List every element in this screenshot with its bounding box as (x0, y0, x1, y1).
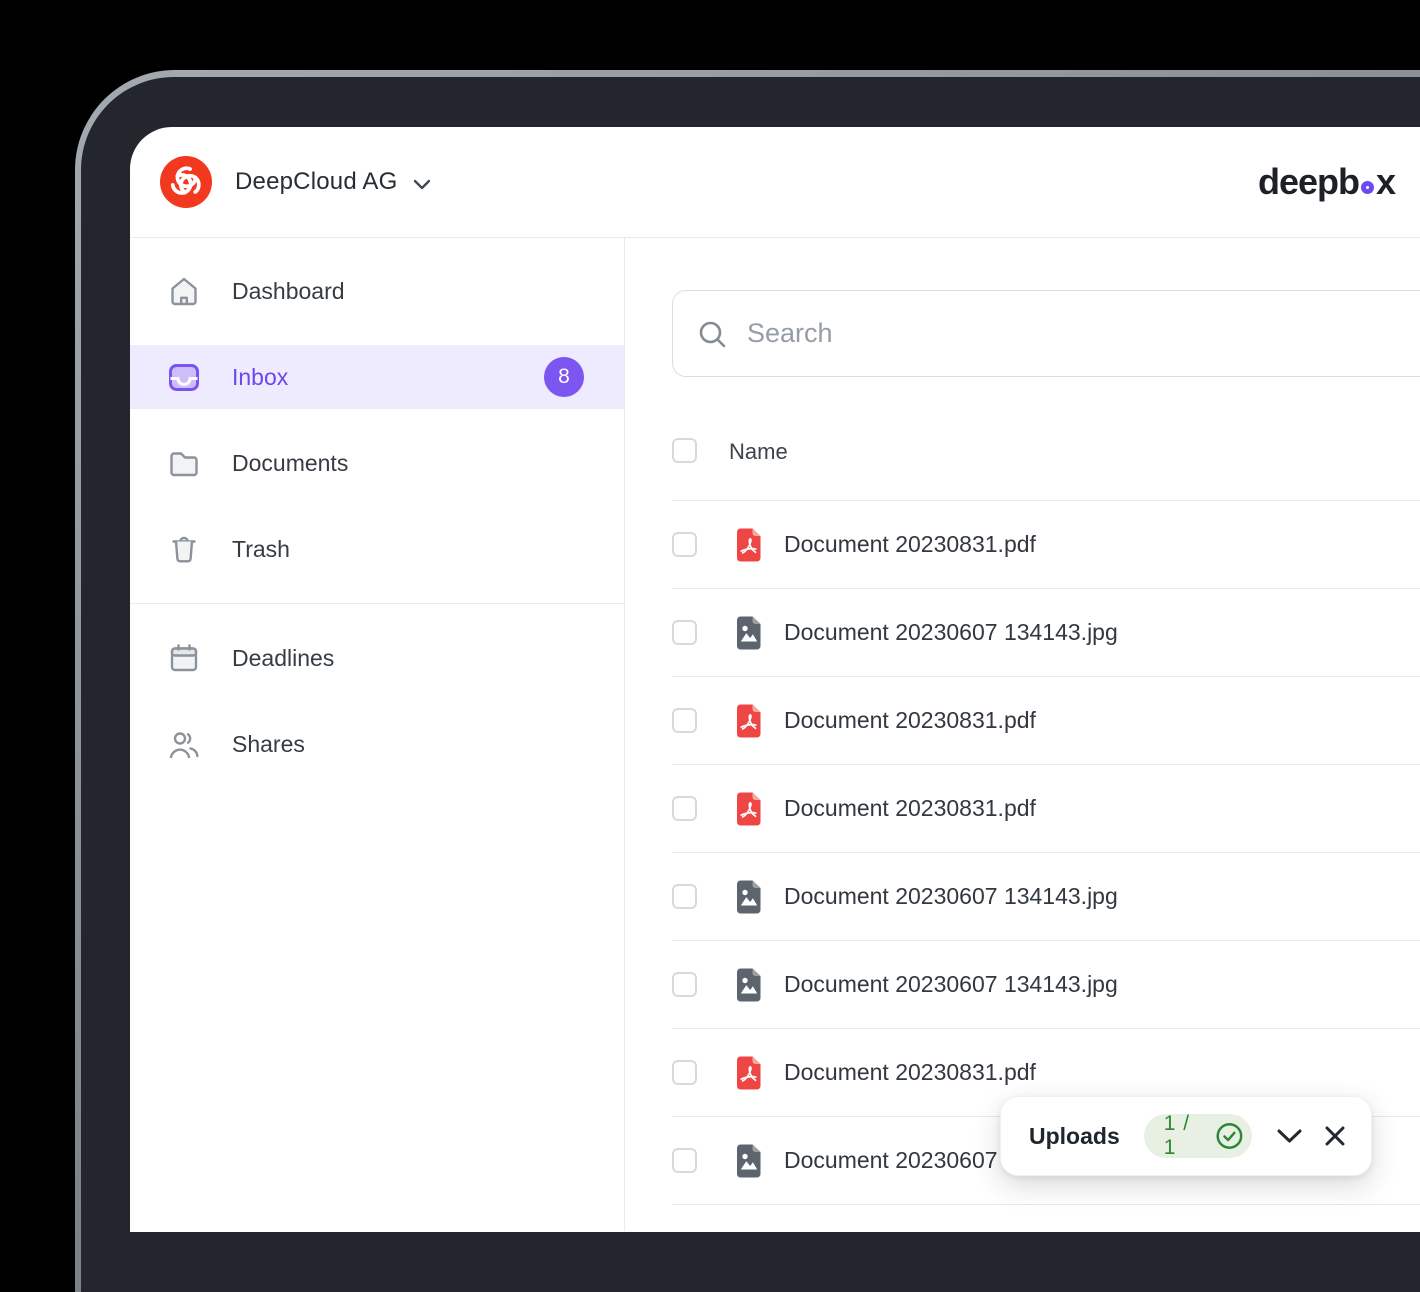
file-name: Document 20230607 134143.jpg (784, 619, 1118, 645)
sidebar-divider (130, 603, 624, 604)
select-all-checkbox[interactable] (672, 438, 697, 463)
file-name: Document 20230831.pdf (784, 531, 1036, 557)
chevron-down-icon (413, 179, 430, 189)
people-icon (166, 726, 202, 762)
pdf-file-icon (734, 1054, 763, 1092)
file-name: Document 20230831.pdf (784, 795, 1036, 821)
table-row[interactable]: Document 20230831.pdf (672, 765, 1420, 853)
row-checkbox[interactable] (672, 1148, 697, 1173)
image-file-icon (734, 966, 763, 1004)
search-icon (699, 321, 726, 347)
main-content: Name Document 20230831.pdf Document 20230… (625, 238, 1420, 1231)
table-row[interactable]: Document 20230831.pdf (672, 501, 1420, 589)
close-uploads-button[interactable] (1323, 1124, 1347, 1148)
sidebar-item-documents[interactable]: Documents (130, 431, 624, 495)
home-icon (166, 273, 202, 309)
inbox-icon (166, 359, 202, 395)
row-checkbox[interactable] (672, 532, 697, 557)
sidebar-item-trash[interactable]: Trash (130, 517, 624, 581)
row-checkbox[interactable] (672, 796, 697, 821)
file-name: Document 20230607 134143.jpg (784, 971, 1118, 997)
table-row[interactable]: Document 20230607 134143.jpg (672, 941, 1420, 1029)
file-name: Document 20230607 134143.jpg (784, 883, 1118, 909)
sidebar-item-label: Documents (232, 449, 349, 476)
image-file-icon (734, 878, 763, 916)
table-row[interactable]: Document 20230831.pdf (672, 677, 1420, 765)
row-checkbox[interactable] (672, 1060, 697, 1085)
workspace-switcher[interactable]: DeepCloud AG (160, 156, 431, 208)
wordmark-prefix: deepb (1257, 161, 1360, 202)
table-row[interactable]: Document 20230607 134143.jpg (672, 853, 1420, 941)
file-name: Document 20230831.pdf (784, 1059, 1036, 1085)
sidebar-item-label: Inbox (232, 363, 289, 390)
row-checkbox[interactable] (672, 620, 697, 645)
sidebar-item-label: Deadlines (232, 644, 335, 671)
sidebar-item-dashboard[interactable]: Dashboard (130, 259, 624, 323)
row-checkbox[interactable] (672, 708, 697, 733)
image-file-icon (734, 1142, 763, 1180)
trash-icon (166, 531, 202, 567)
folder-icon (166, 445, 202, 481)
sidebar-item-inbox[interactable]: Inbox 8 (130, 345, 624, 409)
pdf-file-icon (734, 526, 763, 564)
upload-progress-text: 1 / 1 (1163, 1112, 1191, 1159)
uploads-toast-title: Uploads (1029, 1122, 1120, 1149)
deepbox-wordmark: deepb x (1257, 161, 1396, 203)
check-circle-icon (1216, 1123, 1243, 1149)
sidebar: Dashboard Inbox 8 Documents Trash Deadlines Sh… (130, 238, 625, 1231)
workspace-name: DeepCloud AG (235, 168, 398, 195)
wordmark-suffix: x (1375, 161, 1396, 202)
sidebar-item-deadlines[interactable]: Deadlines (130, 626, 624, 690)
collapse-uploads-button[interactable] (1276, 1128, 1303, 1144)
pdf-file-icon (734, 790, 763, 828)
deepcloud-logo-icon (160, 156, 212, 208)
sidebar-item-label: Trash (232, 535, 290, 562)
row-checkbox[interactable] (672, 884, 697, 909)
search-input[interactable] (747, 318, 1420, 349)
app-body: Dashboard Inbox 8 Documents Trash Deadlines Sh… (130, 238, 1420, 1231)
upload-progress-badge: 1 / 1 (1143, 1112, 1252, 1159)
row-checkbox[interactable] (672, 972, 697, 997)
file-name: Document 20230831.pdf (784, 707, 1036, 733)
column-header-name: Name (729, 439, 788, 464)
app-header: DeepCloud AG deepb x (130, 127, 1420, 238)
search-box (672, 290, 1420, 377)
image-file-icon (734, 614, 763, 652)
pdf-file-icon (734, 702, 763, 740)
sidebar-item-label: Shares (232, 730, 305, 757)
inbox-count-badge: 8 (544, 357, 584, 397)
chevron-down-icon (1277, 1129, 1302, 1143)
close-icon (1325, 1126, 1345, 1146)
wordmark-o-square-icon (1360, 181, 1374, 194)
calendar-icon (166, 640, 202, 676)
table-header: Name (672, 438, 1420, 501)
deepbox-app-window: DeepCloud AG deepb x Dashboard Inbox 8 Docu… (130, 127, 1420, 1232)
sidebar-item-label: Dashboard (232, 277, 345, 304)
uploads-toast: Uploads 1 / 1 (1000, 1096, 1372, 1176)
sidebar-item-shares[interactable]: Shares (130, 712, 624, 776)
table-row[interactable]: Document 20230607 134143.jpg (672, 589, 1420, 677)
